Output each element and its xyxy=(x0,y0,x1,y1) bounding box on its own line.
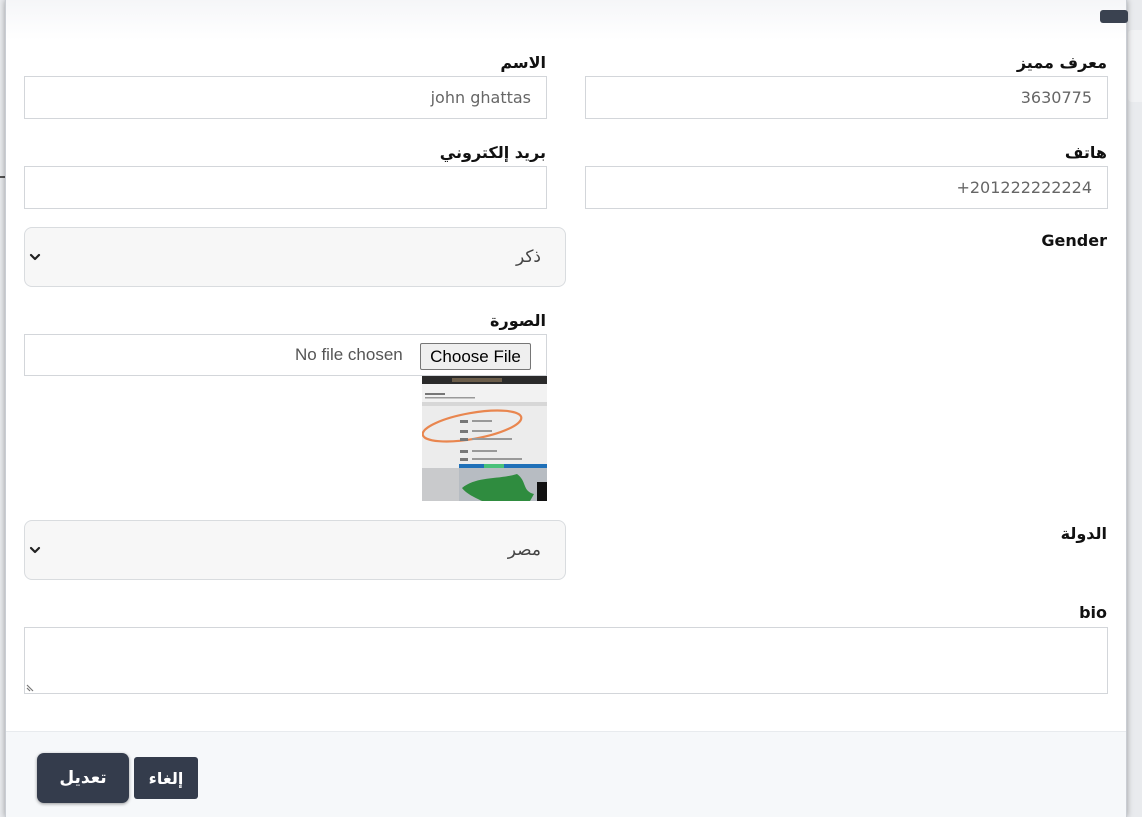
email-field[interactable] xyxy=(24,166,547,209)
bio-textarea[interactable] xyxy=(24,627,1108,694)
gender-select[interactable]: ذكر xyxy=(24,227,566,287)
edit-profile-modal: معرف مميز الاسم هاتف بريد إلكتروني Gende… xyxy=(5,0,1128,817)
gender-selected-value: ذكر xyxy=(515,247,541,267)
country-selected-value: مصر xyxy=(507,540,541,560)
unique-id-label: معرف مميز xyxy=(1016,53,1107,72)
file-status-text: No file chosen xyxy=(295,345,403,364)
resize-grip-icon[interactable] xyxy=(26,680,38,692)
gender-label: Gender xyxy=(1041,231,1107,250)
phone-label: هاتف xyxy=(1064,143,1107,162)
close-button[interactable] xyxy=(1100,10,1128,23)
email-label: بريد إلكتروني xyxy=(439,143,546,162)
country-label: الدولة xyxy=(1060,524,1107,543)
phone-field[interactable] xyxy=(585,166,1108,209)
modal-footer: تعديل إلغاء xyxy=(6,731,1126,817)
modal-header xyxy=(6,0,1128,40)
cancel-button[interactable]: إلغاء xyxy=(134,757,198,799)
country-select[interactable]: مصر xyxy=(24,520,566,580)
photo-preview-image xyxy=(422,376,547,501)
submit-edit-button[interactable]: تعديل xyxy=(37,753,129,803)
choose-file-button[interactable]: Choose File xyxy=(420,343,531,370)
name-label: الاسم xyxy=(500,53,546,72)
photo-file-input[interactable]: No file chosen Choose File xyxy=(24,334,547,376)
unique-id-field[interactable] xyxy=(585,76,1108,119)
name-field[interactable] xyxy=(24,76,547,119)
chevron-down-icon xyxy=(29,253,41,261)
chevron-down-icon xyxy=(29,546,41,554)
background-panel-edge xyxy=(1128,30,1142,102)
photo-label: الصورة xyxy=(490,311,546,330)
bio-label: bio xyxy=(1079,603,1107,622)
